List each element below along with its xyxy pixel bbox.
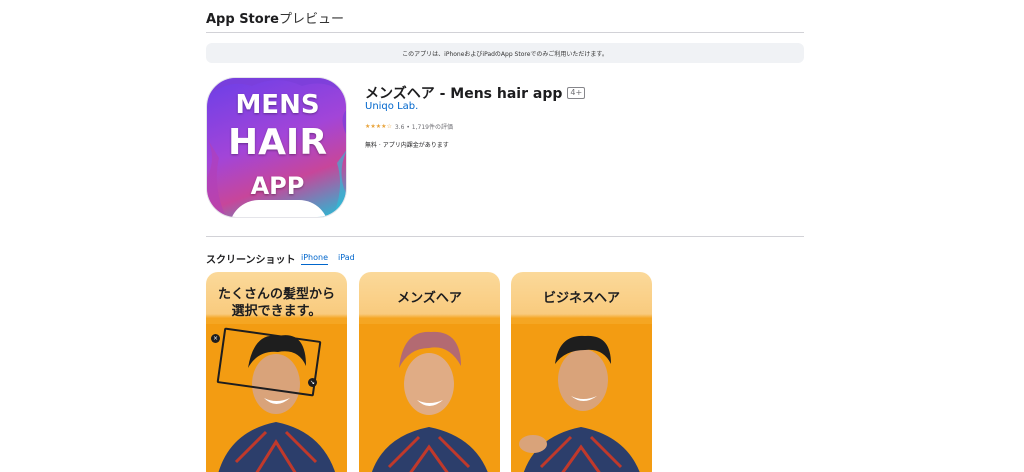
- developer-link[interactable]: Uniqo Lab.: [365, 101, 418, 112]
- icon-text-mens: MENS: [235, 90, 320, 120]
- age-rating-badge: 4+: [567, 87, 586, 99]
- app-title-text: メンズヘア - Mens hair app: [365, 86, 563, 102]
- icon-text-app: APP: [250, 172, 305, 200]
- tab-iphone[interactable]: iPhone: [301, 253, 329, 265]
- app-icon: MENS HAIR APP: [206, 77, 347, 218]
- screenshot-1[interactable]: たくさんの髪型から 選択できます。 × ↘: [206, 272, 347, 472]
- app-title: メンズヘア - Mens hair app 4+: [365, 83, 586, 103]
- screenshot-2[interactable]: メンズヘア: [359, 272, 500, 472]
- header-title[interactable]: App Storeプレビュー: [206, 8, 344, 27]
- screenshot-2-caption: メンズヘア: [397, 291, 462, 306]
- star-rating-icon: ★★★★☆: [365, 123, 392, 130]
- screenshots-heading: スクリーンショット: [206, 255, 296, 266]
- tab-ipad[interactable]: iPad: [338, 253, 355, 262]
- availability-banner: このアプリは、iPhoneおよびiPadのApp Storeでのみご利用いただけ…: [206, 43, 804, 63]
- page-header: App Storeプレビュー: [206, 0, 804, 33]
- price-info: 無料 · アプリ内課金があります: [365, 142, 449, 149]
- screenshot-1-caption-line1: たくさんの髪型から: [217, 287, 335, 302]
- screenshot-3[interactable]: ビジネスヘア: [511, 272, 652, 472]
- screenshot-3-caption: ビジネスヘア: [542, 291, 621, 306]
- screenshot-1-caption-line2: 選択できます。: [231, 304, 322, 319]
- screenshot-1-caption: たくさんの髪型から 選択できます。: [206, 286, 347, 320]
- header-title-sub: プレビュー: [278, 12, 344, 27]
- availability-banner-text: このアプリは、iPhoneおよびiPadのApp Storeでのみご利用いただけ…: [402, 50, 608, 58]
- resize-handle-icon[interactable]: ↘: [308, 378, 317, 387]
- rating-summary: ★★★★☆ 3.6 • 1,719件の評価: [365, 122, 453, 131]
- header-title-main: App Store: [206, 12, 279, 27]
- rating-text: 3.6 • 1,719件の評価: [394, 124, 453, 131]
- section-divider: [206, 236, 804, 237]
- icon-text-hair: HAIR: [227, 122, 328, 163]
- close-handle-icon[interactable]: ×: [211, 334, 220, 343]
